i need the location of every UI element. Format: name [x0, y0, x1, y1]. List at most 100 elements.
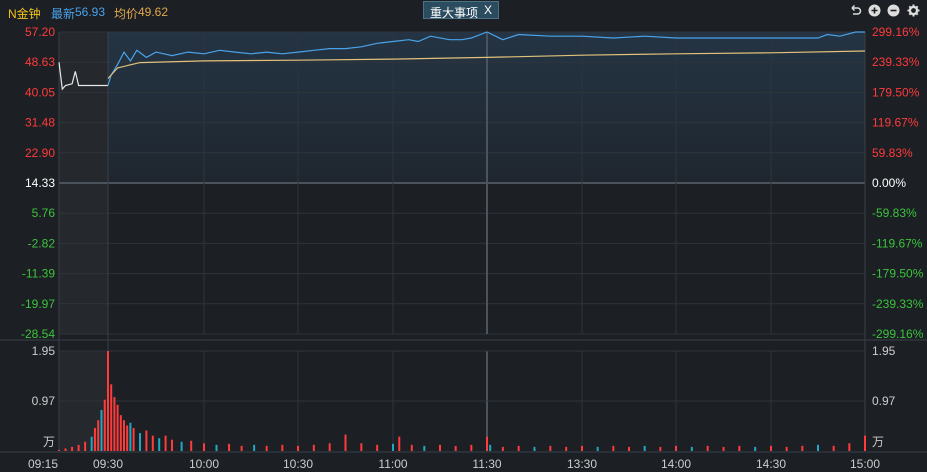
- volume-bar: [100, 409, 103, 451]
- volume-axis-left-label: 1.95: [32, 344, 56, 358]
- major-events-tab[interactable]: 重大事项 X: [423, 1, 499, 20]
- y-axis-left-label: 48.63: [25, 55, 55, 69]
- volume-bar: [145, 430, 148, 451]
- volume-bar: [581, 445, 583, 451]
- volume-bar: [164, 435, 167, 451]
- volume-bar: [123, 420, 125, 451]
- volume-bar: [58, 449, 60, 451]
- volume-bar: [190, 440, 193, 451]
- volume-unit-right: 万: [872, 435, 884, 449]
- y-axis-right-label: -119.67%: [872, 236, 923, 250]
- volume-bar: [132, 427, 135, 451]
- volume-bar: [612, 445, 615, 451]
- volume-bar: [643, 445, 646, 451]
- volume-bar: [517, 445, 520, 451]
- volume-bar: [116, 404, 119, 451]
- volume-bar: [129, 422, 132, 451]
- x-axis-label: 14:00: [661, 457, 691, 471]
- volume-bar: [180, 441, 183, 451]
- latest-price-label: 最新: [51, 7, 76, 21]
- volume-bar: [360, 443, 363, 451]
- volume-bar: [158, 438, 161, 451]
- volume-bar: [489, 444, 492, 451]
- volume-unit-left: 万: [43, 435, 55, 449]
- volume-bar: [228, 443, 231, 451]
- y-axis-left-label: -19.97: [21, 297, 55, 311]
- volume-bar: [864, 435, 866, 451]
- volume-bar: [312, 444, 315, 451]
- volume-bar: [240, 445, 243, 451]
- stock-name: N金钟: [8, 7, 41, 21]
- x-axis-label: 09:15: [28, 457, 58, 471]
- volume-bar: [533, 446, 536, 451]
- y-axis-right-label: -179.50%: [872, 267, 924, 281]
- volume-bar: [253, 444, 256, 451]
- x-axis-label: 10:30: [283, 457, 313, 471]
- volume-bar: [565, 446, 568, 451]
- x-axis-label: 13:30: [567, 457, 597, 471]
- x-axis-label: 11:00: [378, 457, 407, 471]
- volume-bar: [119, 415, 122, 451]
- volume-bar: [90, 436, 93, 451]
- y-axis-left-label: 40.05: [25, 85, 55, 99]
- volume-bar: [107, 351, 109, 451]
- x-axis-label: 14:30: [756, 457, 786, 471]
- volume-bar: [151, 435, 154, 451]
- volume-bar: [848, 443, 851, 451]
- y-axis-right-label: -59.83%: [872, 206, 917, 220]
- volume-bar: [297, 445, 299, 451]
- y-axis-right-label: 119.67%: [872, 116, 919, 130]
- y-axis-left-label: -11.39: [22, 267, 55, 281]
- volume-bar: [203, 443, 205, 451]
- volume-bar: [171, 439, 173, 451]
- major-events-tab-label: 重大事项: [430, 6, 479, 20]
- volume-bar: [628, 446, 630, 451]
- volume-bar: [77, 444, 80, 451]
- average-price-value: 49.62: [138, 5, 169, 19]
- volume-bar: [113, 397, 116, 451]
- y-axis-left-label: 14.33: [25, 176, 55, 190]
- x-axis-label: 11:30: [472, 457, 501, 471]
- volume-bar: [410, 444, 413, 451]
- volume-bar: [265, 445, 268, 451]
- y-axis-right-label: -299.16%: [872, 327, 924, 341]
- volume-bar: [801, 445, 804, 451]
- y-axis-right-label: -239.33%: [872, 297, 924, 311]
- volume-axis-right-label: 1.95: [872, 344, 896, 358]
- average-price-label: 均价: [114, 7, 139, 21]
- latest-price-value: 56.93: [75, 5, 106, 19]
- volume-bar: [376, 444, 379, 451]
- zoom-out-icon[interactable]: [887, 4, 900, 17]
- y-axis-left-label: 22.90: [25, 146, 55, 160]
- volume-bar: [470, 444, 473, 451]
- volume-bar: [97, 420, 100, 451]
- volume-bar: [596, 446, 599, 451]
- volume-bar: [486, 436, 488, 451]
- volume-bar: [770, 445, 772, 451]
- volume-bar: [549, 445, 552, 451]
- volume-bar: [706, 445, 709, 451]
- intraday-chart[interactable]: 57.20 299.16% 48.63 239.33% 40.05 179.50% 31.4…: [0, 22, 927, 472]
- volume-bar: [328, 443, 331, 451]
- zoom-in-icon[interactable]: [868, 4, 881, 17]
- y-axis-right-label: 59.83%: [872, 146, 913, 160]
- y-axis-left-label: 5.76: [32, 206, 56, 220]
- volume-axis-right-label: 0.97: [872, 394, 896, 408]
- volume-bar: [675, 445, 677, 451]
- volume-axis-left-label: 0.97: [32, 394, 56, 408]
- y-axis-left-label: 57.20: [25, 25, 55, 39]
- y-axis-left-label: -2.82: [28, 236, 56, 250]
- x-axis-label: 09:30: [93, 457, 123, 471]
- settings-icon[interactable]: [907, 4, 920, 17]
- undo-icon[interactable]: [849, 4, 862, 17]
- volume-bar: [754, 446, 757, 451]
- volume-bar: [93, 427, 96, 451]
- volume-bar: [423, 445, 426, 451]
- volume-bar: [84, 441, 87, 451]
- close-icon[interactable]: X: [484, 3, 492, 17]
- volume-bar: [344, 434, 347, 451]
- volume-bar: [281, 444, 284, 451]
- volume-bar: [690, 446, 693, 451]
- volume-bar: [139, 433, 141, 451]
- volume-bar: [398, 436, 401, 451]
